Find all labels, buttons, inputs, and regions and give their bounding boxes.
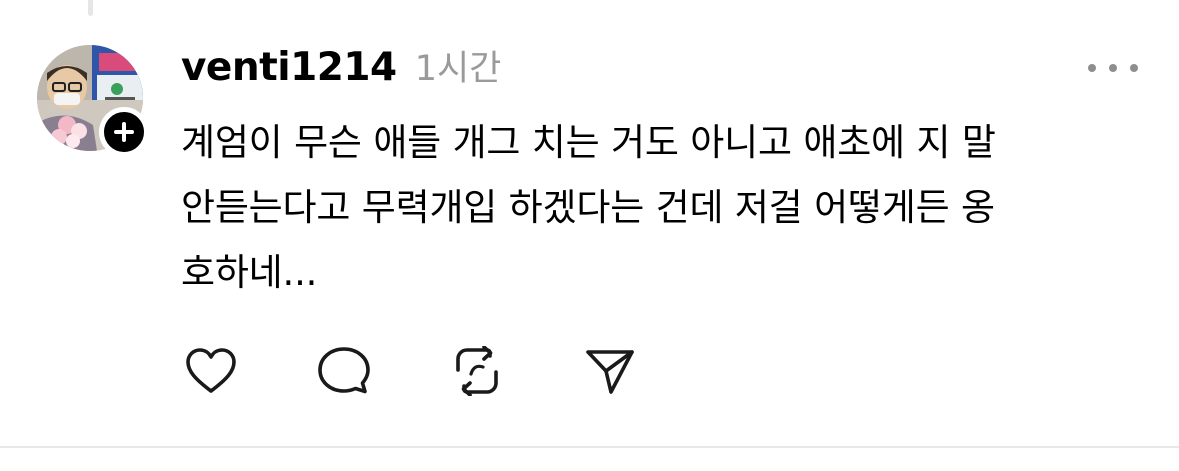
repost-icon	[456, 346, 498, 396]
heart-icon	[186, 348, 236, 393]
post-text: 계엄이 무슨 애들 개그 치는 거도 아니고 애초에 지 말 안듣는다고 무력개…	[181, 110, 1141, 305]
plus-icon	[114, 122, 134, 142]
repost-button[interactable]	[449, 344, 505, 398]
follow-button[interactable]	[99, 107, 149, 157]
avatar-container	[37, 45, 149, 157]
post-header: venti1214 1시간	[181, 40, 501, 96]
post-text-line: 호하네...	[181, 251, 318, 294]
divider	[0, 446, 1179, 448]
more-options-dot	[1130, 64, 1138, 72]
post-text-line: 계엄이 무슨 애들 개그 치는 거도 아니고 애초에 지 말	[181, 121, 996, 164]
thread-line	[88, 0, 93, 16]
post-text-line: 안듣는다고 무력개입 하겠다는 건데 저걸 어떻게든 옹	[181, 186, 995, 229]
more-options-button[interactable]	[1088, 54, 1138, 82]
username[interactable]: venti1214	[181, 45, 397, 90]
like-button[interactable]	[183, 344, 239, 398]
action-bar	[183, 344, 638, 398]
more-options-dot	[1109, 64, 1117, 72]
send-icon	[586, 350, 634, 394]
more-options-icon	[1088, 64, 1096, 72]
timestamp: 1시간	[414, 49, 502, 89]
speech-bubble-icon	[318, 347, 370, 394]
share-button[interactable]	[582, 344, 638, 398]
comment-button[interactable]	[316, 344, 372, 398]
